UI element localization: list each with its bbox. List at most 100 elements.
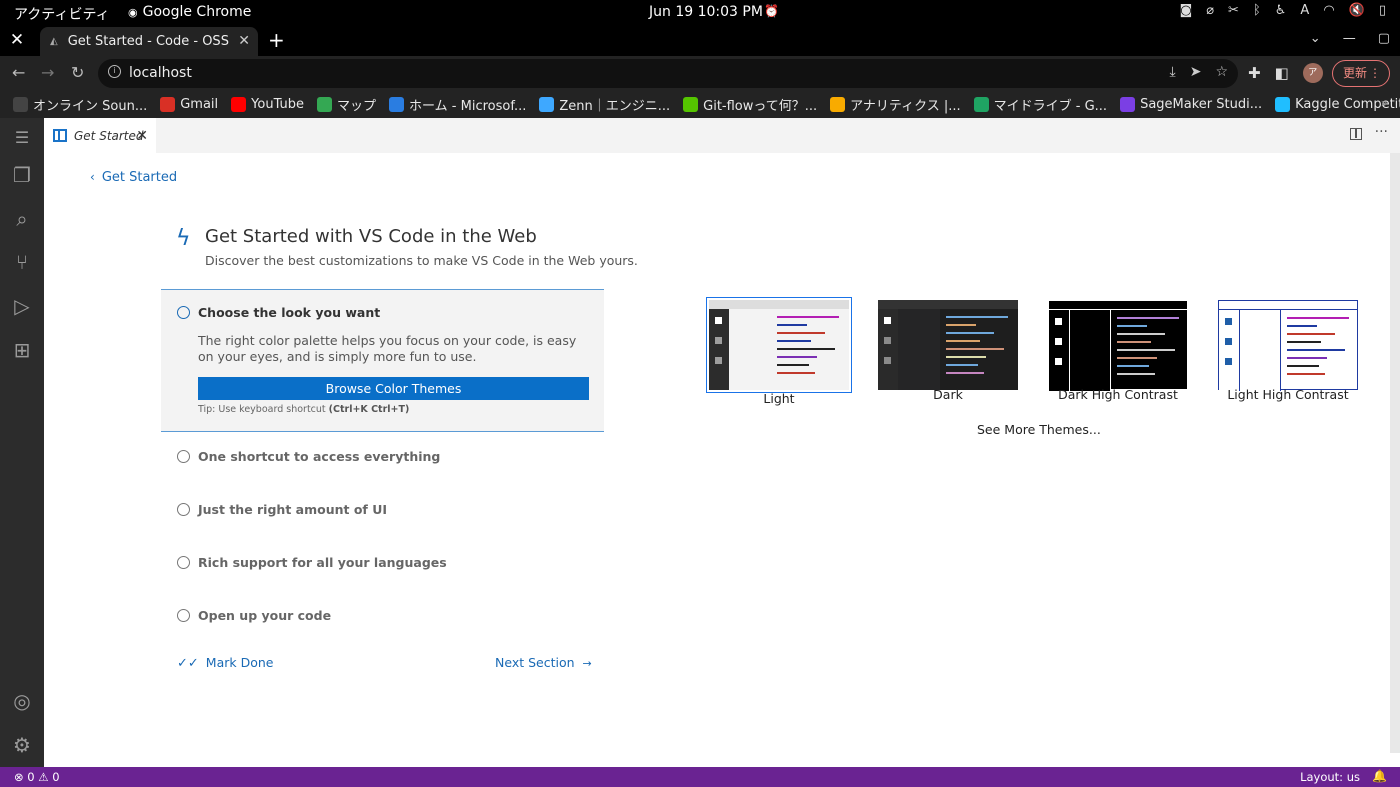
step-radio-icon (177, 306, 190, 319)
back-to-get-started-link[interactable]: ‹ Get Started (90, 170, 177, 185)
bookmark-item[interactable]: Git-flowって何？... (683, 95, 817, 114)
explorer-icon[interactable]: ❐ (10, 163, 34, 187)
step-description: The right color palette helps you focus … (198, 333, 577, 364)
extensions-icon[interactable]: ✚ (1248, 64, 1261, 82)
app-menu[interactable]: ◉ Google Chrome (128, 4, 251, 20)
step-title: Choose the look you want (198, 305, 381, 320)
share-icon[interactable]: ➤ (1190, 64, 1202, 80)
gear-icon[interactable]: ⚙ (10, 733, 34, 757)
bookmark-label: Git-flowって何？... (703, 99, 818, 114)
step-radio-icon (177, 503, 190, 516)
lightning-icon: ϟ (176, 226, 191, 251)
source-control-icon[interactable]: ⑂ (10, 250, 34, 274)
editor-area: Get Started ✕ ··· ‹ Get Started ϟ Get Sta… (44, 118, 1400, 767)
step-radio-icon (177, 556, 190, 569)
split-editor-icon[interactable] (1350, 128, 1362, 140)
bookmark-item[interactable]: オンライン Soun... (13, 95, 147, 114)
browser-tab-title: Get Started - Code - OSS (67, 34, 229, 49)
bookmark-item[interactable]: アナリティクス |... (830, 95, 961, 114)
bookmark-item[interactable]: YouTube (231, 97, 304, 112)
step-choose-look[interactable]: Choose the look you want The right color… (161, 289, 604, 432)
more-bookmarks-icon[interactable]: » (1381, 96, 1388, 110)
maximize-icon[interactable]: ▢ (1378, 31, 1390, 46)
globe-icon (13, 97, 28, 112)
welcome-icon (53, 129, 67, 142)
app-name: Google Chrome (142, 4, 252, 20)
accounts-icon[interactable]: ◎ (10, 689, 34, 713)
youtube-icon (231, 97, 247, 112)
bookmark-label: ホーム - Microsof... (409, 99, 527, 114)
keyboard-layout-status[interactable]: Layout: us (1300, 770, 1360, 784)
step-title: Open up your code (198, 608, 332, 623)
theme-preview[interactable] (1218, 300, 1358, 391)
network-share-icon: ✂ (1228, 3, 1239, 18)
more-actions-icon[interactable]: ··· (1375, 124, 1388, 140)
tip-shortcut: (Ctrl+K Ctrl+T) (328, 404, 410, 415)
bookmark-label: マイドライブ - G... (993, 99, 1108, 114)
bookmark-star-icon[interactable]: ☆ (1215, 64, 1228, 80)
menu-icon[interactable]: ☰ (10, 126, 34, 150)
run-debug-icon[interactable]: ▷ (10, 294, 34, 318)
forward-arrow-icon[interactable]: → (41, 63, 54, 82)
page-subtitle: Discover the best customizations to make… (205, 253, 638, 268)
notifications-bell-icon[interactable]: 🔔 (1372, 769, 1387, 783)
update-button[interactable]: 更新 ⋮ (1332, 60, 1390, 87)
error-icon: ⊗ (14, 770, 24, 784)
browser-tab-get-started[interactable]: ◭ Get Started - Code - OSS ✕ (40, 27, 258, 56)
mark-done-button[interactable]: ✓✓ Mark Done (177, 655, 273, 671)
close-tab-icon[interactable]: ✕ (238, 33, 250, 49)
browse-color-themes-button[interactable]: Browse Color Themes (198, 377, 589, 400)
discord-icon: ◙ (1179, 3, 1193, 18)
status-bar: ⊗ 0 ⚠ 0 Layout: us 🔔 (0, 767, 1400, 787)
theme-label: Light High Contrast (1227, 387, 1349, 402)
clip-icon: ⌀ (1206, 3, 1215, 18)
bookmark-label: マップ (337, 99, 377, 114)
theme-preview[interactable] (1048, 300, 1188, 391)
bluetooth-icon: ᛒ (1252, 3, 1261, 18)
back-arrow-icon[interactable]: ← (12, 63, 25, 82)
address-bar[interactable]: i localhost ⤓ ➤ ☆ (98, 59, 1238, 88)
close-editor-icon[interactable]: ✕ (136, 128, 148, 144)
activities-button[interactable]: アクティビティ (14, 4, 110, 24)
window-close-icon[interactable]: ✕ (8, 30, 26, 50)
step-title: Rich support for all your languages (198, 555, 447, 570)
see-more-themes-link[interactable]: See More Themes... (977, 422, 1101, 437)
warning-icon: ⚠ (38, 770, 49, 784)
step-title: Just the right amount of UI (198, 502, 387, 517)
problems-status[interactable]: ⊗ 0 ⚠ 0 (14, 770, 60, 784)
install-app-icon[interactable]: ⤓ (1170, 64, 1176, 80)
theme-label: Dark (933, 387, 963, 402)
avatar[interactable]: ア (1302, 63, 1323, 83)
tab-search-icon[interactable]: ⌄ (1310, 31, 1321, 46)
bookmark-item[interactable]: Gmail (160, 97, 218, 112)
bookmark-item[interactable]: マップ (317, 95, 376, 114)
bookmark-item[interactable]: Zenn｜エンジニ... (539, 95, 670, 114)
bookmarks-bar: オンライン Soun... Gmail YouTube マップ ホーム - Micros… (0, 91, 1400, 118)
theme-preview[interactable] (878, 300, 1018, 390)
scrollbar[interactable] (1390, 153, 1400, 753)
bookmark-label: アナリティクス |... (850, 99, 961, 114)
bookmark-label: Zenn｜エンジニ... (559, 99, 671, 114)
bookmark-item[interactable]: ホーム - Microsof... (389, 95, 526, 114)
theme-preview[interactable] (706, 297, 852, 393)
reload-icon[interactable]: ↻ (71, 63, 84, 82)
side-panel-icon[interactable]: ◧ (1275, 64, 1289, 82)
system-tray[interactable]: ◙ ⌀ ✂ ᛒ ♿ A ◠ 🔇 ▯ (1180, 3, 1386, 18)
bookmark-item[interactable]: SageMaker Studi... (1120, 97, 1262, 112)
clock[interactable]: Jun 19 10:03 PM (649, 4, 763, 20)
step-title: One shortcut to access everything (198, 449, 441, 464)
shortcut-tip: Tip: Use keyboard shortcut (Ctrl+K Ctrl+… (198, 404, 409, 415)
editor-tab-get-started[interactable]: Get Started ✕ (44, 118, 156, 153)
minimize-icon[interactable]: — (1343, 31, 1356, 46)
extensions-view-icon[interactable]: ⊞ (10, 338, 34, 362)
new-tab-icon[interactable]: + (268, 28, 285, 52)
os-top-bar: アクティビティ ◉ Google Chrome Jun 19 10:03 PM … (0, 0, 1400, 25)
drive-icon (973, 97, 989, 112)
input-method[interactable]: A (1300, 3, 1309, 18)
search-icon[interactable]: ⌕ (10, 207, 34, 231)
chevron-left-icon: ‹ (90, 170, 95, 184)
bookmark-item[interactable]: マイドライブ - G... (973, 95, 1108, 114)
next-section-button[interactable]: Next Section → (495, 655, 592, 670)
url-text[interactable]: localhost (129, 65, 192, 81)
site-info-icon[interactable]: i (108, 65, 121, 78)
